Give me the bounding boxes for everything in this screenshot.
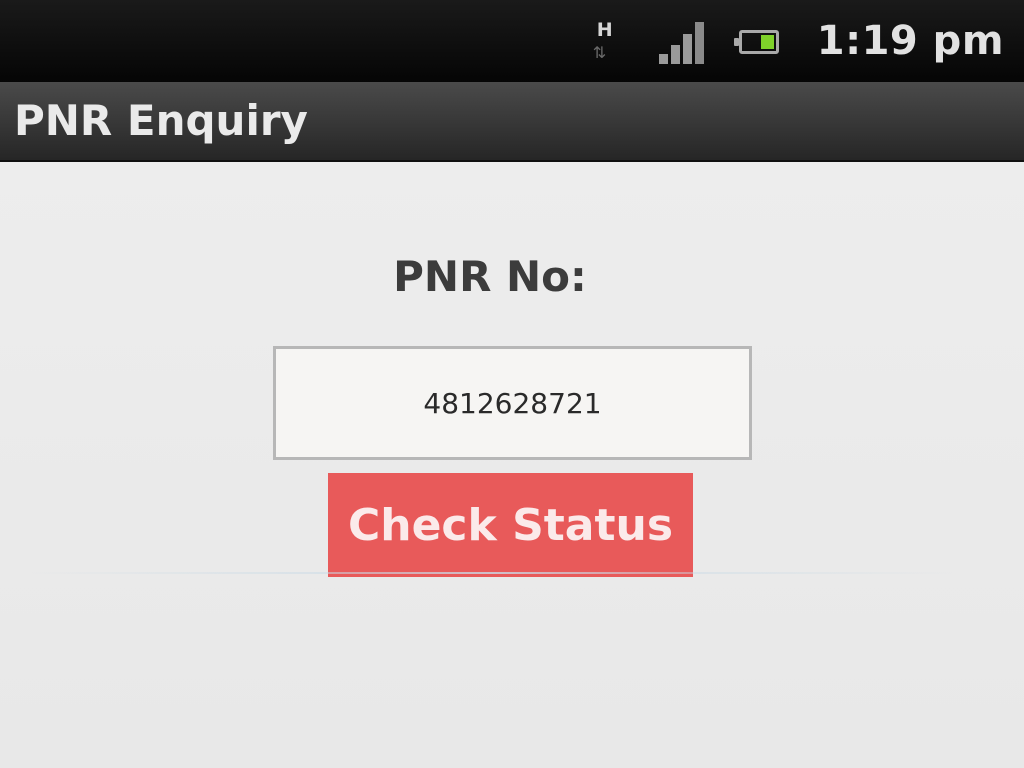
app-title: PNR Enquiry [14, 96, 308, 145]
data-arrows-icon: ⇅ [592, 43, 606, 62]
network-h-icon: H ⇅ [589, 13, 629, 69]
battery-level [760, 35, 774, 49]
status-clock: 1:19 pm [816, 18, 1004, 64]
check-status-button[interactable]: Check Status [328, 473, 693, 577]
network-type-label: H [596, 19, 613, 41]
pnr-input[interactable] [273, 346, 752, 460]
status-bar: H ⇅ 1:19 pm [0, 0, 1024, 82]
status-icons: H ⇅ 1:19 pm [589, 0, 1004, 82]
signal-strength-icon [658, 20, 707, 64]
battery-icon [733, 30, 779, 54]
app-screen: H ⇅ 1:19 pm PNR Enquiry PNR No: Check St… [0, 0, 1024, 768]
divider [30, 572, 954, 574]
pnr-label: PNR No: [393, 252, 587, 301]
title-bar: PNR Enquiry [0, 82, 1024, 162]
content-area: PNR No: Check Status [0, 162, 1024, 768]
